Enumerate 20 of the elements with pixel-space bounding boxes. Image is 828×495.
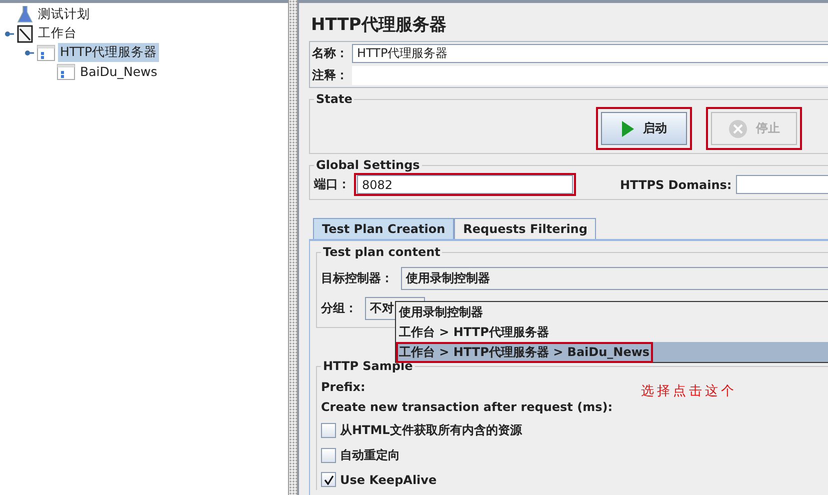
name-label: 名称：: [312, 45, 348, 62]
checkbox-label: 自动重定向: [340, 447, 400, 464]
option-label: 使用录制控制器: [398, 304, 484, 320]
port-label: 端口：: [314, 176, 350, 193]
group-title: State: [315, 92, 354, 106]
prefix-label: Prefix:: [321, 380, 366, 394]
grouping-label: 分组：: [321, 300, 357, 317]
comment-label: 注释：: [312, 67, 348, 84]
transaction-label: Create new transaction after request (ms):: [321, 400, 613, 414]
option-label: 工作台 > HTTP代理服务器: [398, 324, 550, 340]
group-title: Global Settings: [315, 158, 421, 172]
group-title: HTTP Sample: [322, 359, 414, 373]
annotation-text: 选择点击这个: [641, 383, 737, 400]
panel-title: HTTP代理服务器: [311, 14, 448, 36]
checkbox-label: Use KeepAlive: [340, 472, 437, 486]
checkbox-label: 从HTML文件获取所有内含的资源: [340, 422, 522, 439]
option-label: 工作台 > HTTP代理服务器 > BaiDu_News: [399, 344, 650, 360]
target-controller-label: 目标控制器：: [321, 270, 393, 287]
https-domains-label: HTTPS Domains:: [620, 178, 732, 192]
group-title: Test plan content: [322, 245, 442, 259]
